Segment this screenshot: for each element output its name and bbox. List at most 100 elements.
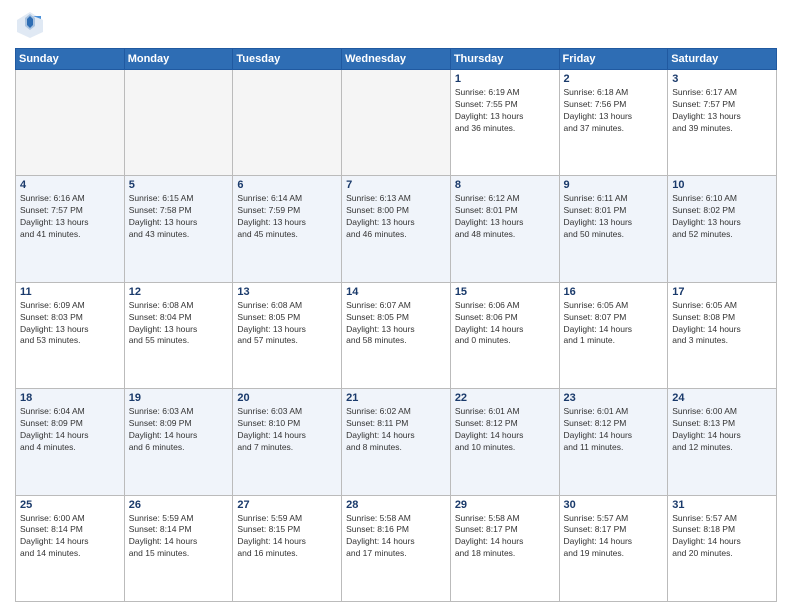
day-cell: 24 Sunrise: 6:00 AM Sunset: 8:13 PM Dayli… <box>668 389 777 495</box>
day-number: 11 <box>20 286 120 298</box>
day-cell: 26 Sunrise: 5:59 AM Sunset: 8:14 PM Dayli… <box>124 495 233 601</box>
day-info: Sunrise: 6:12 AM Sunset: 8:01 PM Dayligh… <box>455 193 555 241</box>
day-info: Sunrise: 6:03 AM Sunset: 8:10 PM Dayligh… <box>237 406 337 454</box>
day-info: Sunrise: 6:05 AM Sunset: 8:07 PM Dayligh… <box>564 300 664 348</box>
weekday-thursday: Thursday <box>450 49 559 70</box>
day-cell: 27Sunrise: 5:59 AM Sunset: 8:15 PM Dayli… <box>233 495 342 601</box>
week-row-3: 11 Sunrise: 6:09 AM Sunset: 8:03 PM Dayli… <box>16 282 777 388</box>
day-cell <box>342 70 451 176</box>
day-cell: 12Sunrise: 6:08 AM Sunset: 8:04 PM Dayli… <box>124 282 233 388</box>
day-number: 1 <box>455 73 555 85</box>
day-number: 12 <box>129 286 229 298</box>
week-row-1: 1 Sunrise: 6:19 AM Sunset: 7:55 PM Daylig… <box>16 70 777 176</box>
day-number: 14 <box>346 286 446 298</box>
day-number: 20 <box>237 392 337 404</box>
day-cell: 18 Sunrise: 6:04 AM Sunset: 8:09 PM Dayli… <box>16 389 125 495</box>
calendar-table: SundayMondayTuesdayWednesdayThursdayFrid… <box>15 48 777 602</box>
day-cell: 15 Sunrise: 6:06 AM Sunset: 8:06 PM Dayli… <box>450 282 559 388</box>
day-info: Sunrise: 6:09 AM Sunset: 8:03 PM Dayligh… <box>20 300 120 348</box>
day-cell: 2Sunrise: 6:18 AM Sunset: 7:56 PM Daylig… <box>559 70 668 176</box>
day-cell: 21 Sunrise: 6:02 AM Sunset: 8:11 PM Dayli… <box>342 389 451 495</box>
day-number: 6 <box>237 179 337 191</box>
day-cell: 13 Sunrise: 6:08 AM Sunset: 8:05 PM Dayli… <box>233 282 342 388</box>
logo <box>15 10 49 40</box>
day-cell: 9Sunrise: 6:11 AM Sunset: 8:01 PM Daylig… <box>559 176 668 282</box>
day-number: 13 <box>237 286 337 298</box>
logo-icon <box>15 10 45 40</box>
day-info: Sunrise: 5:58 AM Sunset: 8:16 PM Dayligh… <box>346 513 446 561</box>
day-info: Sunrise: 6:15 AM Sunset: 7:58 PM Dayligh… <box>129 193 229 241</box>
day-cell: 4 Sunrise: 6:16 AM Sunset: 7:57 PM Daylig… <box>16 176 125 282</box>
day-number: 16 <box>564 286 664 298</box>
day-info: Sunrise: 6:05 AM Sunset: 8:08 PM Dayligh… <box>672 300 772 348</box>
day-cell <box>124 70 233 176</box>
day-number: 30 <box>564 499 664 511</box>
day-cell: 29Sunrise: 5:58 AM Sunset: 8:17 PM Dayli… <box>450 495 559 601</box>
day-number: 4 <box>20 179 120 191</box>
day-number: 18 <box>20 392 120 404</box>
day-number: 21 <box>346 392 446 404</box>
day-info: Sunrise: 6:03 AM Sunset: 8:09 PM Dayligh… <box>129 406 229 454</box>
day-cell: 10 Sunrise: 6:10 AM Sunset: 8:02 PM Dayli… <box>668 176 777 282</box>
day-number: 22 <box>455 392 555 404</box>
day-cell: 6 Sunrise: 6:14 AM Sunset: 7:59 PM Daylig… <box>233 176 342 282</box>
day-info: Sunrise: 5:57 AM Sunset: 8:17 PM Dayligh… <box>564 513 664 561</box>
day-info: Sunrise: 6:19 AM Sunset: 7:55 PM Dayligh… <box>455 87 555 135</box>
weekday-wednesday: Wednesday <box>342 49 451 70</box>
day-info: Sunrise: 5:59 AM Sunset: 8:14 PM Dayligh… <box>129 513 229 561</box>
day-info: Sunrise: 5:59 AM Sunset: 8:15 PM Dayligh… <box>237 513 337 561</box>
day-cell: 17Sunrise: 6:05 AM Sunset: 8:08 PM Dayli… <box>668 282 777 388</box>
day-info: Sunrise: 6:06 AM Sunset: 8:06 PM Dayligh… <box>455 300 555 348</box>
day-info: Sunrise: 6:00 AM Sunset: 8:13 PM Dayligh… <box>672 406 772 454</box>
day-info: Sunrise: 6:04 AM Sunset: 8:09 PM Dayligh… <box>20 406 120 454</box>
day-info: Sunrise: 6:18 AM Sunset: 7:56 PM Dayligh… <box>564 87 664 135</box>
weekday-saturday: Saturday <box>668 49 777 70</box>
day-info: Sunrise: 6:14 AM Sunset: 7:59 PM Dayligh… <box>237 193 337 241</box>
day-number: 28 <box>346 499 446 511</box>
day-info: Sunrise: 6:16 AM Sunset: 7:57 PM Dayligh… <box>20 193 120 241</box>
day-info: Sunrise: 6:07 AM Sunset: 8:05 PM Dayligh… <box>346 300 446 348</box>
day-number: 29 <box>455 499 555 511</box>
day-number: 23 <box>564 392 664 404</box>
day-cell: 1 Sunrise: 6:19 AM Sunset: 7:55 PM Daylig… <box>450 70 559 176</box>
day-cell <box>233 70 342 176</box>
day-number: 24 <box>672 392 772 404</box>
day-info: Sunrise: 6:00 AM Sunset: 8:14 PM Dayligh… <box>20 513 120 561</box>
day-number: 10 <box>672 179 772 191</box>
day-info: Sunrise: 5:57 AM Sunset: 8:18 PM Dayligh… <box>672 513 772 561</box>
day-info: Sunrise: 6:10 AM Sunset: 8:02 PM Dayligh… <box>672 193 772 241</box>
day-cell: 22 Sunrise: 6:01 AM Sunset: 8:12 PM Dayli… <box>450 389 559 495</box>
day-info: Sunrise: 6:17 AM Sunset: 7:57 PM Dayligh… <box>672 87 772 135</box>
day-cell: 23 Sunrise: 6:01 AM Sunset: 8:12 PM Dayli… <box>559 389 668 495</box>
day-cell: 28 Sunrise: 5:58 AM Sunset: 8:16 PM Dayli… <box>342 495 451 601</box>
weekday-monday: Monday <box>124 49 233 70</box>
day-number: 26 <box>129 499 229 511</box>
day-cell: 11 Sunrise: 6:09 AM Sunset: 8:03 PM Dayli… <box>16 282 125 388</box>
day-number: 25 <box>20 499 120 511</box>
day-cell <box>16 70 125 176</box>
day-number: 15 <box>455 286 555 298</box>
header <box>15 10 777 40</box>
weekday-friday: Friday <box>559 49 668 70</box>
day-cell: 8Sunrise: 6:12 AM Sunset: 8:01 PM Daylig… <box>450 176 559 282</box>
week-row-4: 18 Sunrise: 6:04 AM Sunset: 8:09 PM Dayli… <box>16 389 777 495</box>
day-number: 31 <box>672 499 772 511</box>
day-info: Sunrise: 6:01 AM Sunset: 8:12 PM Dayligh… <box>455 406 555 454</box>
day-info: Sunrise: 6:13 AM Sunset: 8:00 PM Dayligh… <box>346 193 446 241</box>
day-number: 7 <box>346 179 446 191</box>
page: SundayMondayTuesdayWednesdayThursdayFrid… <box>0 0 792 612</box>
day-cell: 25 Sunrise: 6:00 AM Sunset: 8:14 PM Dayli… <box>16 495 125 601</box>
day-info: Sunrise: 6:11 AM Sunset: 8:01 PM Dayligh… <box>564 193 664 241</box>
day-number: 3 <box>672 73 772 85</box>
day-info: Sunrise: 6:02 AM Sunset: 8:11 PM Dayligh… <box>346 406 446 454</box>
day-cell: 20 Sunrise: 6:03 AM Sunset: 8:10 PM Dayli… <box>233 389 342 495</box>
day-number: 5 <box>129 179 229 191</box>
weekday-sunday: Sunday <box>16 49 125 70</box>
day-cell: 3 Sunrise: 6:17 AM Sunset: 7:57 PM Daylig… <box>668 70 777 176</box>
day-info: Sunrise: 6:01 AM Sunset: 8:12 PM Dayligh… <box>564 406 664 454</box>
weekday-tuesday: Tuesday <box>233 49 342 70</box>
day-cell: 14 Sunrise: 6:07 AM Sunset: 8:05 PM Dayli… <box>342 282 451 388</box>
day-info: Sunrise: 6:08 AM Sunset: 8:05 PM Dayligh… <box>237 300 337 348</box>
day-cell: 31 Sunrise: 5:57 AM Sunset: 8:18 PM Dayli… <box>668 495 777 601</box>
day-cell: 5 Sunrise: 6:15 AM Sunset: 7:58 PM Daylig… <box>124 176 233 282</box>
